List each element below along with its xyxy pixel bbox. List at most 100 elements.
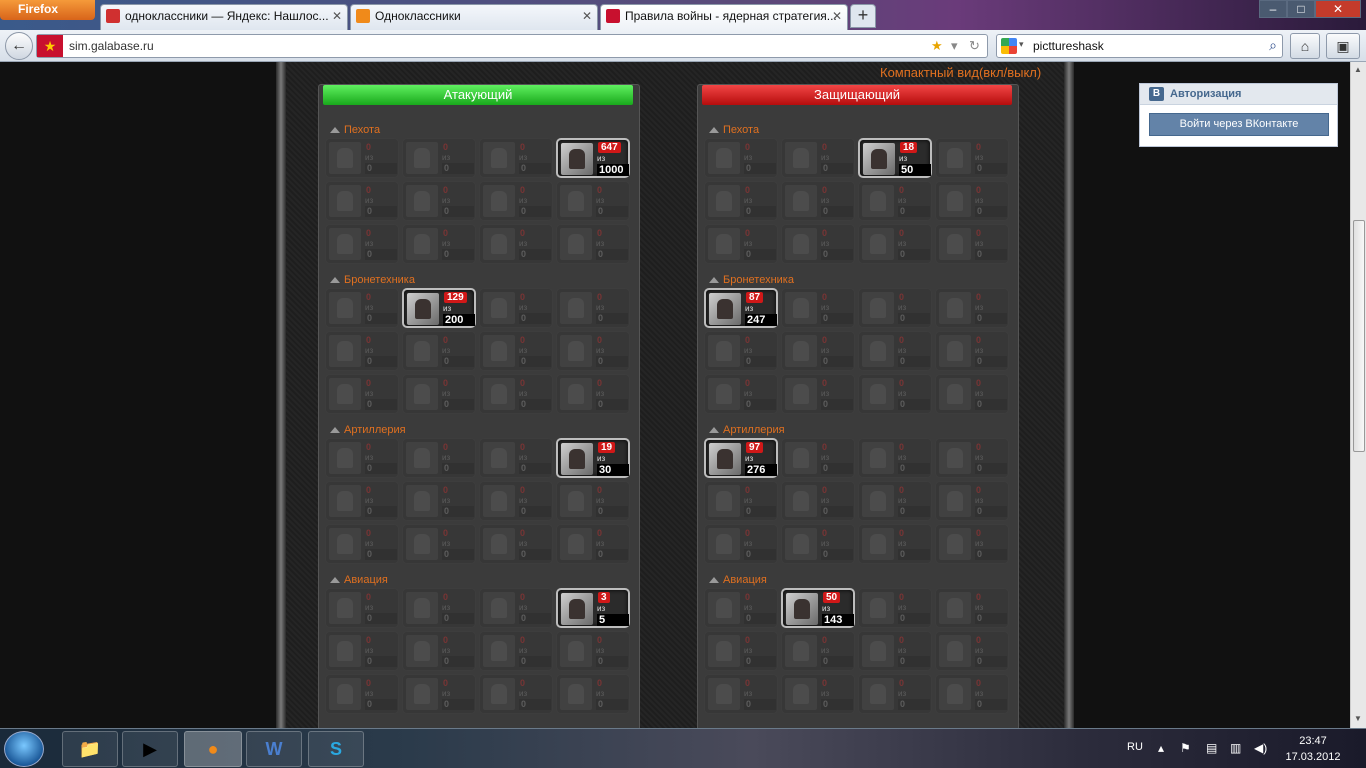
search-icon[interactable]: ⌕	[1269, 37, 1277, 54]
unit-total[interactable]: 0	[975, 249, 1007, 260]
unit-slot[interactable]: 0 из 0	[781, 288, 855, 328]
unit-slot[interactable]: 0 из 0	[858, 524, 932, 564]
scroll-up-icon[interactable]: ▲	[1354, 65, 1362, 74]
unit-slot[interactable]: 0 из 0	[935, 631, 1009, 671]
close-window-button[interactable]: ✕	[1315, 0, 1361, 18]
unit-slot[interactable]: 0 из 0	[402, 138, 476, 178]
search-engine-dropdown-icon[interactable]: ▾	[1019, 39, 1024, 50]
unit-slot[interactable]: 0 из 0	[858, 588, 932, 628]
start-button[interactable]	[4, 731, 44, 767]
unit-total[interactable]: 0	[442, 399, 474, 410]
unit-slot[interactable]: 0 из 0	[402, 438, 476, 478]
unit-slot[interactable]: 0 из 0	[479, 481, 553, 521]
unit-slot[interactable]: 0 из 0	[935, 481, 1009, 521]
unit-total[interactable]: 276	[745, 464, 777, 476]
unit-total[interactable]: 0	[519, 313, 551, 324]
unit-slot[interactable]: 0 из 0	[858, 224, 932, 264]
unit-slot[interactable]: 0 из 0	[479, 374, 553, 414]
network-icon[interactable]: ▥	[1230, 741, 1241, 755]
unit-slot[interactable]: 0 из 0	[479, 438, 553, 478]
unit-slot[interactable]: 0 из 0	[704, 674, 778, 714]
unit-slot[interactable]: 0 из 0	[781, 138, 855, 178]
tab-odnoklassniki[interactable]: Одноклассники ✕	[350, 4, 598, 30]
reload-icon[interactable]: ↻	[969, 38, 980, 54]
word-taskbar-icon[interactable]: W	[246, 731, 302, 767]
search-input[interactable]: picttureshask	[1033, 39, 1104, 53]
unit-total[interactable]: 0	[365, 399, 397, 410]
unit-total[interactable]: 0	[365, 656, 397, 667]
unit-total[interactable]: 0	[365, 463, 397, 474]
unit-slot[interactable]: 0 из 0	[858, 181, 932, 221]
unit-slot[interactable]: 0 из 0	[858, 481, 932, 521]
firefox-taskbar-icon[interactable]: ●	[184, 731, 242, 767]
unit-total[interactable]: 0	[975, 356, 1007, 367]
unit-total[interactable]: 0	[975, 506, 1007, 517]
unit-slot[interactable]: 0 из 0	[858, 631, 932, 671]
unit-total[interactable]: 0	[975, 656, 1007, 667]
unit-total[interactable]: 0	[975, 549, 1007, 560]
unit-slot[interactable]: 0 из 0	[479, 138, 553, 178]
unit-total[interactable]: 0	[898, 399, 930, 410]
dropdown-arrow-icon[interactable]: ▾	[951, 38, 958, 54]
unit-slot[interactable]: 0 из 0	[402, 181, 476, 221]
unit-total[interactable]: 0	[821, 656, 853, 667]
unit-slot[interactable]: 0 из 0	[935, 288, 1009, 328]
section-title[interactable]: Артиллерия	[709, 424, 785, 436]
unit-total[interactable]: 0	[898, 463, 930, 474]
unit-total[interactable]: 0	[365, 249, 397, 260]
section-title[interactable]: Пехота	[330, 124, 380, 136]
unit-total[interactable]: 0	[975, 313, 1007, 324]
site-identity-icon[interactable]: ★	[37, 35, 63, 57]
page-scrollbar[interactable]: ▲ ▼	[1350, 62, 1366, 728]
unit-slot[interactable]: 0 из 0	[325, 674, 399, 714]
windows-explorer-icon[interactable]: 📁	[62, 731, 118, 767]
unit-slot[interactable]: 0 из 0	[858, 331, 932, 371]
unit-total[interactable]: 0	[365, 699, 397, 710]
unit-total[interactable]: 0	[519, 249, 551, 260]
unit-slot[interactable]: 0 из 0	[556, 374, 630, 414]
home-button[interactable]: ⌂	[1290, 33, 1320, 59]
unit-total[interactable]: 0	[898, 506, 930, 517]
unit-slot[interactable]: 0 из 0	[325, 481, 399, 521]
unit-total[interactable]: 0	[898, 613, 930, 624]
collapse-triangle-icon[interactable]	[709, 577, 719, 583]
unit-slot[interactable]: 0 из 0	[556, 224, 630, 264]
url-text[interactable]: sim.galabase.ru	[69, 39, 154, 53]
unit-total[interactable]: 0	[596, 506, 628, 517]
device-icon[interactable]: ▤	[1206, 741, 1217, 755]
unit-total[interactable]: 0	[975, 163, 1007, 174]
unit-slot[interactable]: 0 из 0	[402, 631, 476, 671]
unit-slot[interactable]: 0 из 0	[325, 181, 399, 221]
unit-total[interactable]: 0	[821, 206, 853, 217]
scrollbar-thumb[interactable]	[1353, 220, 1365, 452]
collapse-triangle-icon[interactable]	[709, 427, 719, 433]
new-tab-button[interactable]: +	[850, 4, 876, 28]
search-bar[interactable]: ▾ picttureshask ⌕	[996, 34, 1283, 58]
unit-total[interactable]: 0	[744, 656, 776, 667]
unit-total[interactable]: 200	[443, 314, 475, 326]
unit-total[interactable]: 0	[365, 506, 397, 517]
unit-slot[interactable]: 0 из 0	[479, 674, 553, 714]
unit-slot[interactable]: 0 из 0	[781, 481, 855, 521]
firefox-menu-button[interactable]: Firefox	[0, 0, 95, 20]
unit-total[interactable]: 0	[898, 549, 930, 560]
unit-total[interactable]: 0	[821, 356, 853, 367]
unit-slot[interactable]: 0 из 0	[325, 288, 399, 328]
unit-slot[interactable]: 0 из 0	[325, 374, 399, 414]
unit-total[interactable]: 0	[365, 549, 397, 560]
unit-slot[interactable]: 0 из 0	[858, 674, 932, 714]
unit-total[interactable]: 0	[596, 699, 628, 710]
unit-total[interactable]: 0	[744, 356, 776, 367]
unit-slot[interactable]: 0 из 0	[402, 481, 476, 521]
unit-total[interactable]: 0	[519, 356, 551, 367]
unit-slot[interactable]: 0 из 0	[704, 181, 778, 221]
unit-slot[interactable]: 0 из 0	[781, 181, 855, 221]
unit-total[interactable]: 0	[519, 206, 551, 217]
unit-total[interactable]: 0	[596, 399, 628, 410]
unit-total[interactable]: 0	[898, 313, 930, 324]
section-title[interactable]: Пехота	[709, 124, 759, 136]
unit-total[interactable]: 0	[744, 399, 776, 410]
unit-total[interactable]: 0	[898, 656, 930, 667]
tab-yandex[interactable]: одноклассники — Яндекс: Нашлос... ✕	[100, 4, 348, 30]
unit-slot[interactable]: 0 из 0	[479, 524, 553, 564]
